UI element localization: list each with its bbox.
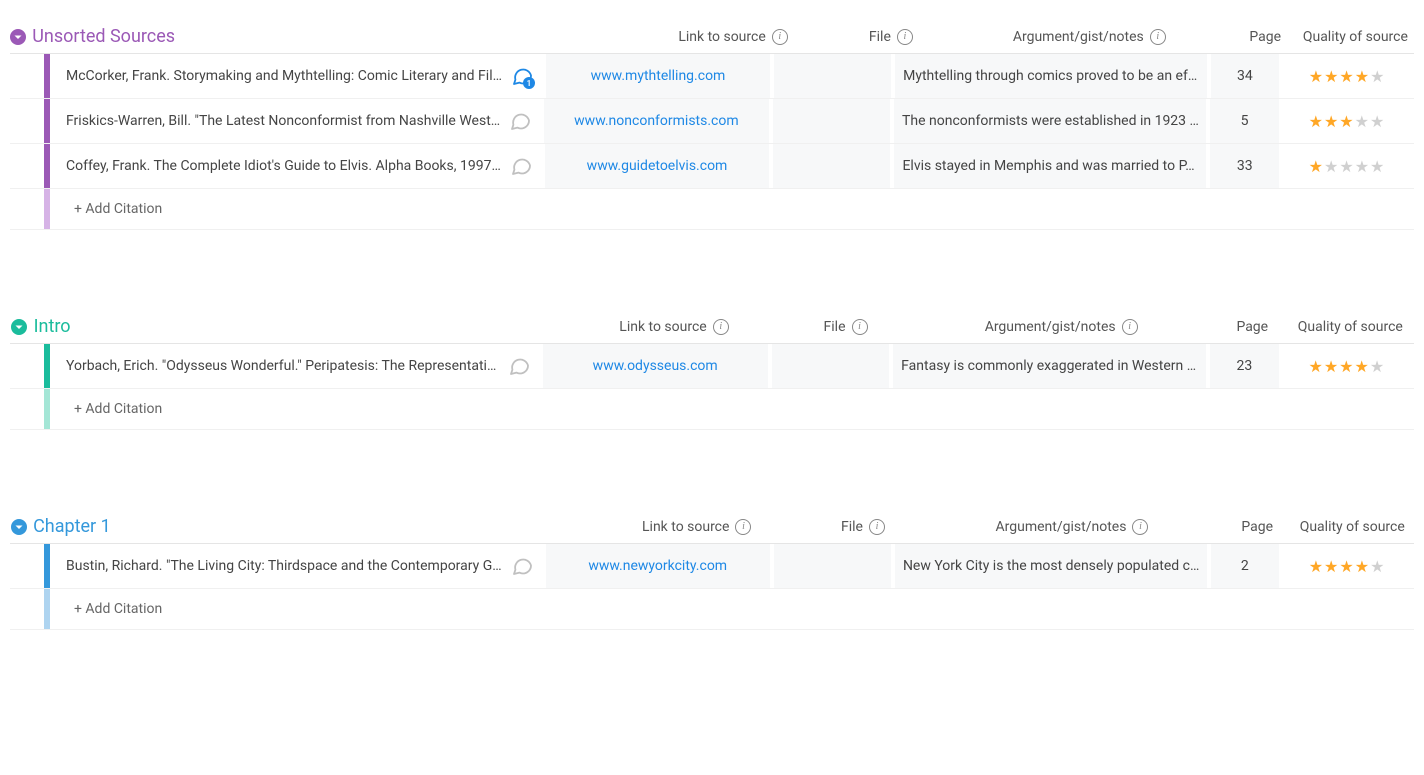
citation-row[interactable]: Yorbach, Erich. "Odysseus Wonderful." Pe…	[10, 344, 1414, 389]
info-icon[interactable]: i	[735, 519, 751, 535]
quality-cell[interactable]: ★★★★★	[1283, 144, 1410, 188]
column-header-argument: Argument/gist/notesi	[945, 29, 1234, 45]
link-cell[interactable]: www.guidetoelvis.com	[545, 144, 769, 188]
comment-icon[interactable]	[507, 354, 531, 378]
file-cell[interactable]	[773, 144, 890, 188]
column-header-argument: Argument/gist/notesi	[920, 519, 1224, 535]
citation-cell[interactable]: Coffey, Frank. The Complete Idiot's Guid…	[50, 144, 541, 188]
comment-icon[interactable]: 1	[510, 64, 534, 88]
comment-icon[interactable]	[510, 554, 534, 578]
argument-cell[interactable]: Fantasy is commonly exaggerated in Weste…	[893, 344, 1206, 388]
add-citation-row[interactable]: + Add Citation	[10, 389, 1414, 430]
citation-text: Friskics-Warren, Bill. "The Latest Nonco…	[66, 113, 500, 129]
info-icon[interactable]: i	[869, 519, 885, 535]
section-chapter1: Chapter 1 Link to sourceiFileiArgument/gi…	[10, 510, 1414, 630]
rating-stars[interactable]: ★★★★★	[1309, 557, 1385, 576]
column-header-page: Page	[1224, 519, 1291, 535]
column-header-quality: Quality of source	[1291, 519, 1415, 535]
section-header: Chapter 1 Link to sourceiFileiArgument/gi…	[10, 510, 1414, 544]
comment-count-badge: 1	[523, 77, 535, 89]
page-cell[interactable]: 23	[1210, 344, 1279, 388]
citation-row[interactable]: McCorker, Frank. Storymaking and Mythtel…	[10, 54, 1414, 99]
column-header-file: Filei	[837, 29, 945, 45]
column-header-quality: Quality of source	[1287, 319, 1414, 335]
link-cell[interactable]: www.mythtelling.com	[546, 54, 770, 98]
argument-cell[interactable]: Mythtelling through comics proved to be …	[895, 54, 1207, 98]
citation-cell[interactable]: Friskics-Warren, Bill. "The Latest Nonco…	[50, 99, 540, 143]
citation-row[interactable]: Friskics-Warren, Bill. "The Latest Nonco…	[10, 99, 1414, 144]
page-cell[interactable]: 5	[1210, 99, 1279, 143]
collapse-toggle-icon[interactable]	[10, 318, 28, 336]
citation-cell[interactable]: Bustin, Richard. "The Living City: Third…	[50, 544, 542, 588]
info-icon[interactable]: i	[1132, 519, 1148, 535]
column-header-link: Link to sourcei	[587, 519, 806, 535]
add-citation-button[interactable]: + Add Citation	[50, 389, 1414, 429]
argument-cell[interactable]: New York City is the most densely popula…	[895, 544, 1207, 588]
column-header-link: Link to sourcei	[561, 319, 786, 335]
quality-cell[interactable]: ★★★★★	[1283, 344, 1410, 388]
section-title[interactable]: Chapter 1	[33, 516, 111, 537]
citation-text: Coffey, Frank. The Complete Idiot's Guid…	[66, 158, 501, 174]
argument-cell[interactable]: The nonconformists were established in 1…	[894, 99, 1206, 143]
citation-text: McCorker, Frank. Storymaking and Mythtel…	[66, 68, 502, 84]
column-header-file: Filei	[806, 519, 920, 535]
column-header-file: Filei	[787, 319, 905, 335]
argument-cell[interactable]: Elvis stayed in Memphis and was married …	[894, 144, 1206, 188]
file-cell[interactable]	[774, 544, 891, 588]
section-header: Unsorted Sources Link to sourceiFileiArgu…	[10, 20, 1414, 54]
info-icon[interactable]: i	[852, 319, 868, 335]
rating-stars[interactable]: ★★★★★	[1309, 67, 1385, 86]
column-header-link: Link to sourcei	[629, 29, 836, 45]
citation-text: Yorbach, Erich. "Odysseus Wonderful." Pe…	[66, 358, 499, 374]
column-header-page: Page	[1234, 29, 1297, 45]
page-cell[interactable]: 33	[1210, 144, 1279, 188]
rating-stars[interactable]: ★★★★★	[1309, 112, 1385, 131]
column-header-argument: Argument/gist/notesi	[904, 319, 1218, 335]
link-cell[interactable]: www.nonconformists.com	[544, 99, 769, 143]
section-title[interactable]: Unsorted Sources	[32, 26, 175, 47]
info-icon[interactable]: i	[897, 29, 913, 45]
quality-cell[interactable]: ★★★★★	[1283, 544, 1410, 588]
quality-cell[interactable]: ★★★★★	[1283, 54, 1410, 98]
citation-row[interactable]: Coffey, Frank. The Complete Idiot's Guid…	[10, 144, 1414, 189]
add-citation-row[interactable]: + Add Citation	[10, 189, 1414, 230]
quality-cell[interactable]: ★★★★★	[1283, 99, 1410, 143]
add-citation-button[interactable]: + Add Citation	[50, 189, 1414, 229]
citation-row[interactable]: Bustin, Richard. "The Living City: Third…	[10, 544, 1414, 589]
link-cell[interactable]: www.odysseus.com	[543, 344, 768, 388]
collapse-toggle-icon[interactable]	[10, 28, 26, 46]
citation-cell[interactable]: McCorker, Frank. Storymaking and Mythtel…	[50, 54, 542, 98]
file-cell[interactable]	[773, 99, 890, 143]
rating-stars[interactable]: ★★★★★	[1308, 357, 1384, 376]
column-header-quality: Quality of source	[1297, 29, 1414, 45]
collapse-toggle-icon[interactable]	[10, 518, 27, 536]
comment-icon[interactable]	[508, 109, 532, 133]
info-icon[interactable]: i	[1122, 319, 1138, 335]
info-icon[interactable]: i	[772, 29, 788, 45]
page-cell[interactable]: 34	[1211, 54, 1280, 98]
page-cell[interactable]: 2	[1211, 544, 1280, 588]
info-icon[interactable]: i	[1150, 29, 1166, 45]
section-intro: Intro Link to sourceiFileiArgument/gist/n…	[10, 310, 1414, 430]
citation-cell[interactable]: Yorbach, Erich. "Odysseus Wonderful." Pe…	[50, 344, 539, 388]
link-cell[interactable]: www.newyorkcity.com	[546, 544, 770, 588]
section-title[interactable]: Intro	[34, 316, 71, 337]
add-citation-row[interactable]: + Add Citation	[10, 589, 1414, 630]
file-cell[interactable]	[774, 54, 891, 98]
section-unsorted: Unsorted Sources Link to sourceiFileiArgu…	[10, 20, 1414, 230]
info-icon[interactable]: i	[713, 319, 729, 335]
comment-icon[interactable]	[509, 154, 533, 178]
section-header: Intro Link to sourceiFileiArgument/gist/n…	[10, 310, 1414, 344]
file-cell[interactable]	[772, 344, 890, 388]
add-citation-button[interactable]: + Add Citation	[50, 589, 1414, 629]
citation-text: Bustin, Richard. "The Living City: Third…	[66, 558, 502, 574]
rating-stars[interactable]: ★★★★★	[1309, 157, 1385, 176]
column-header-page: Page	[1218, 319, 1287, 335]
